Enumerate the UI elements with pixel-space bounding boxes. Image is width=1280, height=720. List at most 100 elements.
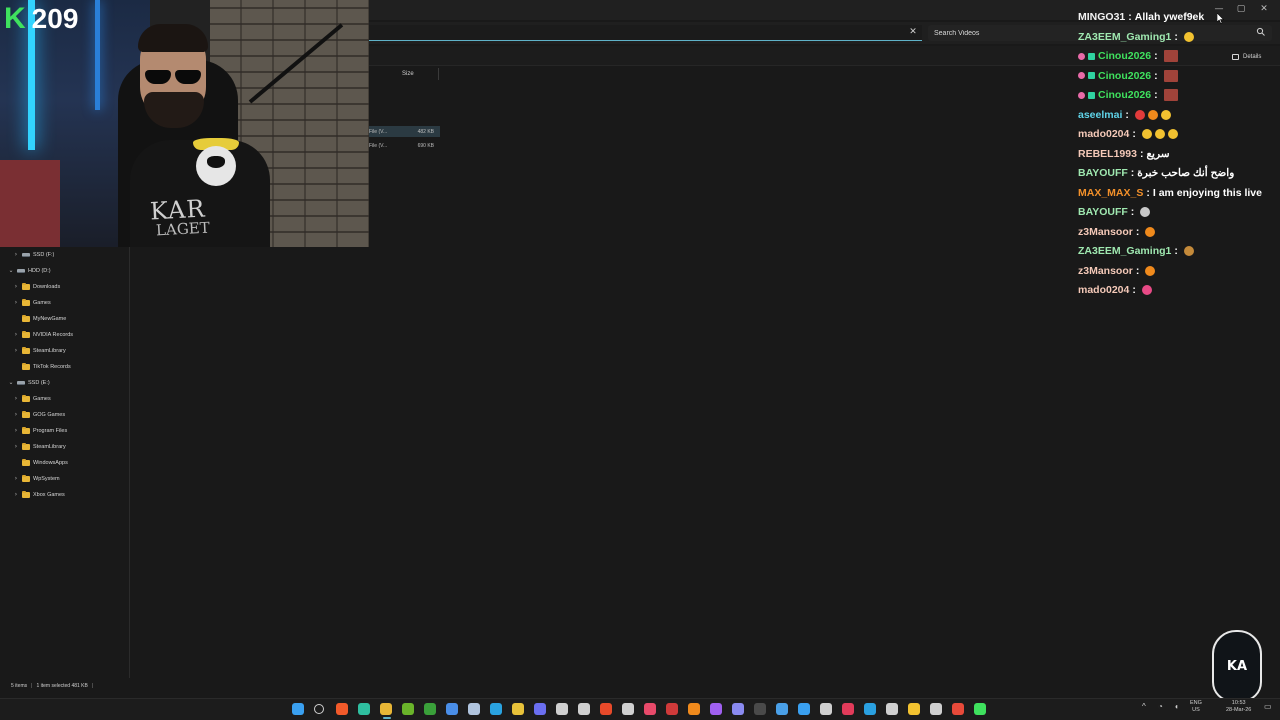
column-header-size[interactable]: Size bbox=[368, 68, 440, 80]
folder-app-icon[interactable] bbox=[512, 703, 524, 715]
tree-item[interactable]: › Downloads bbox=[13, 280, 60, 294]
chevron-right-icon[interactable]: › bbox=[13, 252, 19, 258]
file-row[interactable]: File (V... 690 KB bbox=[368, 140, 440, 151]
chevron-right-icon[interactable]: › bbox=[13, 492, 19, 498]
tree-item[interactable]: WindowsApps bbox=[13, 456, 68, 470]
start-icon[interactable] bbox=[292, 703, 304, 715]
search-taskbar-icon[interactable] bbox=[314, 704, 324, 714]
chevron-down-icon[interactable]: ⌄ bbox=[8, 380, 14, 386]
tree-item-label: HDD (D:) bbox=[28, 268, 51, 274]
tree-item[interactable]: › Xbox Games bbox=[13, 488, 65, 502]
tree-item-label: Downloads bbox=[33, 284, 61, 290]
folder-icon bbox=[22, 459, 30, 466]
language-indicator[interactable]: ENG US bbox=[1190, 700, 1202, 714]
drive-icon bbox=[17, 269, 25, 273]
settings-app-icon[interactable] bbox=[776, 703, 788, 715]
chrome-icon[interactable] bbox=[556, 703, 568, 715]
tree-item[interactable]: ⌄ SSD (E:) bbox=[8, 376, 49, 390]
chevron-right-icon[interactable]: › bbox=[13, 300, 19, 306]
brave-icon[interactable] bbox=[336, 703, 348, 715]
chrome-dev-icon[interactable] bbox=[952, 703, 964, 715]
clear-path-icon[interactable]: ✕ bbox=[907, 25, 919, 39]
clock-time: 10:53 bbox=[1231, 700, 1246, 706]
chat-colon: : bbox=[1154, 50, 1158, 62]
folder-icon bbox=[22, 283, 30, 290]
discord-icon[interactable] bbox=[534, 703, 546, 715]
chevron-right-icon[interactable] bbox=[13, 460, 19, 466]
tree-item[interactable]: › GOG Games bbox=[13, 408, 65, 422]
tree-item[interactable]: › WpSystem bbox=[13, 472, 60, 486]
chevron-right-icon[interactable] bbox=[13, 364, 19, 370]
globe-icon[interactable] bbox=[446, 703, 458, 715]
telegram-icon[interactable] bbox=[490, 703, 502, 715]
column-separator[interactable] bbox=[438, 68, 439, 80]
steam-icon[interactable] bbox=[468, 703, 480, 715]
ka-app-icon[interactable] bbox=[798, 703, 810, 715]
tree-item-label: WindowsApps bbox=[33, 460, 68, 466]
status-bar: 5 items | 1 item selected 481 KB | bbox=[0, 680, 400, 692]
file-row[interactable]: File (V... 482 KB bbox=[368, 126, 440, 137]
lg-icon[interactable] bbox=[754, 703, 766, 715]
tree-item[interactable]: › Games bbox=[13, 296, 51, 310]
chat-message: ZA3EEM_Gaming1: bbox=[1078, 242, 1194, 260]
nvidia-icon[interactable] bbox=[402, 703, 414, 715]
tree-item[interactable]: › Program Files bbox=[13, 424, 67, 438]
status-selection: 1 item selected 481 KB bbox=[36, 683, 88, 689]
grid-icon[interactable] bbox=[820, 703, 832, 715]
tree-item[interactable]: ⌄ HDD (D:) bbox=[8, 264, 51, 278]
tree-item[interactable]: › SteamLibrary bbox=[13, 344, 66, 358]
sunglasses bbox=[140, 70, 206, 84]
subscriber-badge-icon bbox=[1078, 72, 1085, 79]
chevron-right-icon[interactable] bbox=[13, 316, 19, 322]
clock[interactable]: 10:53 28-Mar-26 bbox=[1226, 700, 1251, 714]
chevron-right-icon[interactable]: › bbox=[13, 412, 19, 418]
tiktok-icon[interactable] bbox=[644, 703, 656, 715]
tray-overflow-icon[interactable]: ^ bbox=[1142, 703, 1146, 711]
record-icon[interactable] bbox=[666, 703, 678, 715]
follower-count: 209 bbox=[31, 3, 79, 34]
wallpaper-icon[interactable] bbox=[710, 703, 722, 715]
cloud-icon[interactable] bbox=[688, 703, 700, 715]
chevron-right-icon[interactable]: › bbox=[13, 284, 19, 290]
status-separator: | bbox=[31, 683, 33, 689]
tree-item[interactable]: › Games bbox=[13, 392, 51, 406]
pen-icon[interactable] bbox=[886, 703, 898, 715]
red-app-icon[interactable] bbox=[842, 703, 854, 715]
obs-icon[interactable] bbox=[578, 703, 590, 715]
chevron-down-icon[interactable]: ⌄ bbox=[8, 268, 14, 274]
edge-icon[interactable] bbox=[358, 703, 370, 715]
notification-icon[interactable]: ▭ bbox=[1264, 703, 1272, 711]
chevron-right-icon[interactable]: › bbox=[13, 476, 19, 482]
folder-icon bbox=[22, 347, 30, 354]
tree-item[interactable]: › SSD (F:) bbox=[13, 248, 55, 262]
tree-item[interactable]: MyNewGame bbox=[13, 312, 66, 326]
network-icon[interactable]: ◔ bbox=[1158, 703, 1163, 711]
file-explorer-icon[interactable] bbox=[380, 703, 392, 715]
app-icon[interactable] bbox=[732, 703, 744, 715]
yellow-app-icon[interactable] bbox=[908, 703, 920, 715]
link-icon[interactable] bbox=[930, 703, 942, 715]
tree-item-label: WpSystem bbox=[33, 476, 60, 482]
volume-icon[interactable]: ◖ bbox=[1174, 703, 1179, 711]
chevron-right-icon[interactable]: › bbox=[13, 444, 19, 450]
custom-emote-icon bbox=[1163, 89, 1178, 101]
emoji-icon bbox=[1141, 285, 1152, 295]
chevron-right-icon[interactable]: › bbox=[13, 428, 19, 434]
chevron-right-icon[interactable]: › bbox=[13, 348, 19, 354]
chatgpt-icon[interactable] bbox=[622, 703, 634, 715]
custom-emote-icon bbox=[1163, 69, 1178, 82]
tree-item[interactable]: › SteamLibrary bbox=[13, 440, 66, 454]
green-app-icon[interactable] bbox=[974, 703, 986, 715]
chevron-right-icon[interactable]: › bbox=[13, 396, 19, 402]
folder-icon bbox=[22, 491, 30, 498]
tree-item[interactable]: › NVIDIA Records bbox=[13, 328, 73, 342]
xbox-icon[interactable] bbox=[424, 703, 436, 715]
folder-icon bbox=[22, 331, 30, 338]
chevron-right-icon[interactable]: › bbox=[13, 332, 19, 338]
path-input[interactable] bbox=[368, 25, 922, 41]
blue-app-icon[interactable] bbox=[864, 703, 876, 715]
capcut-icon[interactable] bbox=[600, 703, 612, 715]
chat-username: MAX_MAX_S bbox=[1078, 186, 1144, 199]
tree-item[interactable]: TikTok Records bbox=[13, 360, 71, 374]
tree-item-label: Program Files bbox=[33, 428, 68, 434]
